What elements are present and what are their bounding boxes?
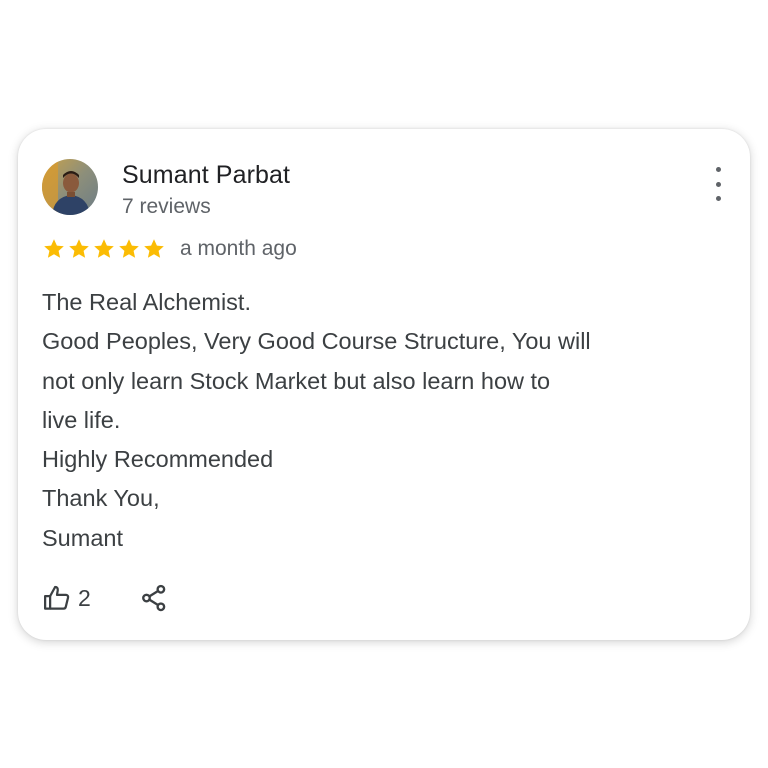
share-button[interactable] (139, 583, 169, 613)
star-icon (119, 239, 139, 258)
avatar[interactable] (42, 159, 98, 215)
review-card: Sumant Parbat 7 reviews a month ago The … (18, 129, 750, 640)
review-time: a month ago (180, 237, 297, 260)
avatar-photo (42, 159, 98, 215)
star-icon (144, 239, 164, 258)
review-text-line: not only learn Stock Market but also lea… (42, 367, 551, 394)
rating-row: a month ago (42, 237, 297, 261)
review-text-line: Sumant (42, 524, 123, 551)
thumbs-up-icon (44, 585, 70, 610)
star-rating (42, 237, 166, 261)
review-actions: 2 (42, 583, 169, 613)
review-count[interactable]: 7 reviews (122, 195, 211, 219)
review-text-line: Highly Recommended (42, 446, 274, 473)
more-options-button[interactable] (708, 167, 728, 201)
review-text-line: Good Peoples, Very Good Course Structure… (42, 328, 591, 355)
review-text-line: Thank You, (42, 485, 160, 512)
reviewer-name[interactable]: Sumant Parbat (122, 161, 290, 190)
like-count: 2 (78, 584, 91, 611)
star-icon (44, 239, 64, 258)
more-vert-icon-dot (715, 181, 721, 187)
review-text: The Real Alchemist. Good Peoples, Very Go… (42, 283, 722, 558)
more-vert-icon-dot (715, 167, 721, 172)
share-icon (141, 584, 166, 612)
more-vert-icon-dot (715, 196, 721, 201)
review-text-line: live life. (42, 406, 121, 433)
star-icon (94, 239, 114, 258)
review-text-line: The Real Alchemist. (42, 289, 251, 315)
star-icon (69, 239, 89, 258)
like-button[interactable]: 2 (42, 583, 91, 613)
